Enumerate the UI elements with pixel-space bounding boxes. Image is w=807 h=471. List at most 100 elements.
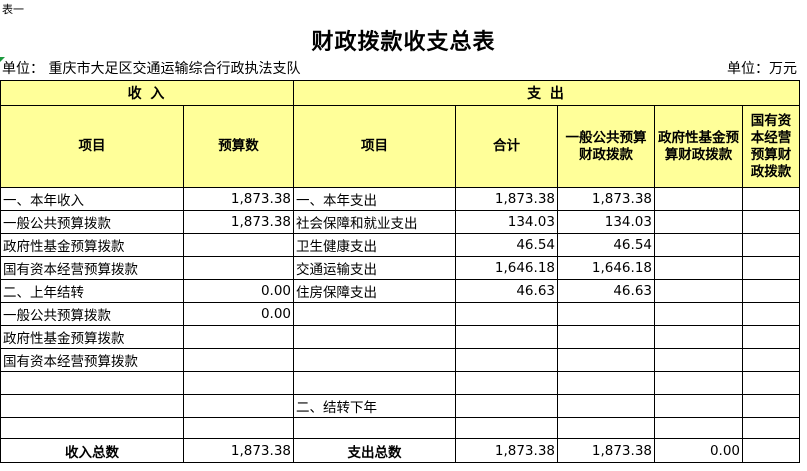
- income-value-cell: 0.00: [183, 302, 294, 326]
- gov-fund-cell: [654, 371, 743, 395]
- table-row: 二、结转下年: [0, 394, 800, 418]
- income-item-cell: 二、上年结转: [0, 279, 184, 303]
- expense-item-cell: 住房保障支出: [293, 279, 456, 303]
- income-item-cell: 一、本年收入: [0, 187, 184, 211]
- general-budget-cell: [557, 325, 655, 349]
- gov-fund-total-value: 0.00: [654, 438, 743, 463]
- state-capital-total-value: [742, 438, 800, 463]
- expense-total-cell: [455, 302, 558, 326]
- section-income-header: 收 入: [0, 80, 294, 106]
- expense-total-cell: 1,873.38: [455, 187, 558, 211]
- income-value-cell: [183, 348, 294, 372]
- expense-total-cell: 134.03: [455, 210, 558, 234]
- general-budget-cell: [557, 348, 655, 372]
- income-value-cell: [183, 394, 294, 418]
- income-item-cell: 政府性基金预算拨款: [0, 233, 184, 257]
- income-item-cell: [0, 371, 184, 395]
- col-gov-fund: 政府性基金预算财政拨款: [654, 105, 743, 188]
- state-capital-cell: [742, 417, 800, 439]
- state-capital-cell: [742, 394, 800, 418]
- col-expense-item: 项目: [293, 105, 456, 188]
- state-capital-cell: [742, 279, 800, 303]
- expense-item-cell: [293, 325, 456, 349]
- income-item-cell: 一般公共预算拨款: [0, 210, 184, 234]
- table-row: 一般公共预算拨款 0.00: [0, 302, 800, 326]
- col-state-capital: 国有资本经营预算财政拨款: [742, 105, 800, 188]
- table-row: 国有资本经营预算拨款 交通运输支出 1,646.18 1,646.18: [0, 256, 800, 280]
- expense-total-cell: 1,646.18: [455, 256, 558, 280]
- expense-total-cell: [455, 348, 558, 372]
- expense-item-cell: 社会保障和就业支出: [293, 210, 456, 234]
- gov-fund-cell: [654, 417, 743, 439]
- gov-fund-cell: [654, 210, 743, 234]
- general-budget-cell: 1,646.18: [557, 256, 655, 280]
- income-item-cell: [0, 417, 184, 439]
- expense-item-cell: [293, 348, 456, 372]
- expense-item-cell: 交通运输支出: [293, 256, 456, 280]
- unit-organization: 单位： 重庆市大足区交通运输综合行政执法支队: [2, 61, 301, 77]
- state-capital-cell: [742, 371, 800, 395]
- state-capital-cell: [742, 233, 800, 257]
- gov-fund-cell: [654, 279, 743, 303]
- table-row: 一般公共预算拨款 1,873.38 社会保障和就业支出 134.03 134.03: [0, 210, 800, 234]
- gov-fund-cell: [654, 187, 743, 211]
- table-row: 一、本年收入 1,873.38 一、本年支出 1,873.38 1,873.38: [0, 187, 800, 211]
- state-capital-cell: [742, 187, 800, 211]
- general-budget-cell: 1,873.38: [557, 187, 655, 211]
- table-row: [0, 417, 800, 439]
- unit-currency: 单位：万元: [727, 61, 797, 77]
- income-item-cell: [0, 394, 184, 418]
- gov-fund-cell: [654, 325, 743, 349]
- state-capital-cell: [742, 325, 800, 349]
- income-value-cell: [183, 325, 294, 349]
- col-income-item: 项目: [0, 105, 184, 188]
- expense-total-cell: [455, 371, 558, 395]
- gov-fund-cell: [654, 233, 743, 257]
- income-item-cell: 一般公共预算拨款: [0, 302, 184, 326]
- expense-total-cell: 46.54: [455, 233, 558, 257]
- income-value-cell: 1,873.38: [183, 187, 294, 211]
- general-budget-cell: 134.03: [557, 210, 655, 234]
- col-expense-total: 合计: [455, 105, 558, 188]
- expense-total-cell: [455, 325, 558, 349]
- section-expense-header: 支 出: [293, 80, 800, 106]
- expense-item-cell: 二、结转下年: [293, 394, 456, 418]
- state-capital-cell: [742, 348, 800, 372]
- general-budget-cell: [557, 417, 655, 439]
- expense-total-cell: 46.63: [455, 279, 558, 303]
- col-income-budget: 预算数: [183, 105, 294, 188]
- general-budget-cell: 46.54: [557, 233, 655, 257]
- expense-item-cell: [293, 302, 456, 326]
- general-total-value: 1,873.38: [557, 438, 655, 463]
- income-total-label: 收入总数: [0, 438, 184, 463]
- income-value-cell: [183, 256, 294, 280]
- gov-fund-cell: [654, 302, 743, 326]
- income-item-cell: 政府性基金预算拨款: [0, 325, 184, 349]
- expense-total-label: 支出总数: [293, 438, 456, 463]
- table-row: 国有资本经营预算拨款: [0, 348, 800, 372]
- expense-item-cell: [293, 417, 456, 439]
- income-value-cell: 1,873.38: [183, 210, 294, 234]
- table-number-label: 表一: [2, 3, 24, 16]
- col-general-budget: 一般公共预算财政拨款: [557, 105, 655, 188]
- general-budget-cell: [557, 302, 655, 326]
- income-item-cell: 国有资本经营预算拨款: [0, 256, 184, 280]
- gov-fund-cell: [654, 348, 743, 372]
- general-budget-cell: [557, 394, 655, 418]
- table-row: 政府性基金预算拨款: [0, 325, 800, 349]
- expense-item-cell: 卫生健康支出: [293, 233, 456, 257]
- table-row: 二、上年结转 0.00 住房保障支出 46.63 46.63: [0, 279, 800, 303]
- state-capital-cell: [742, 210, 800, 234]
- income-total-value: 1,873.38: [183, 438, 294, 463]
- gov-fund-cell: [654, 394, 743, 418]
- fiscal-summary-table: 收 入 支 出 项目 预算数 项目 合计 一般公共预算财政拨款 政府性基金预算财…: [0, 80, 800, 463]
- page-title: 财政拨款收支总表: [311, 30, 496, 55]
- income-value-cell: [183, 371, 294, 395]
- gov-fund-cell: [654, 256, 743, 280]
- expense-item-cell: [293, 371, 456, 395]
- state-capital-cell: [742, 256, 800, 280]
- expense-total-cell: [455, 394, 558, 418]
- table-row: 政府性基金预算拨款 卫生健康支出 46.54 46.54: [0, 233, 800, 257]
- state-capital-cell: [742, 302, 800, 326]
- income-value-cell: [183, 417, 294, 439]
